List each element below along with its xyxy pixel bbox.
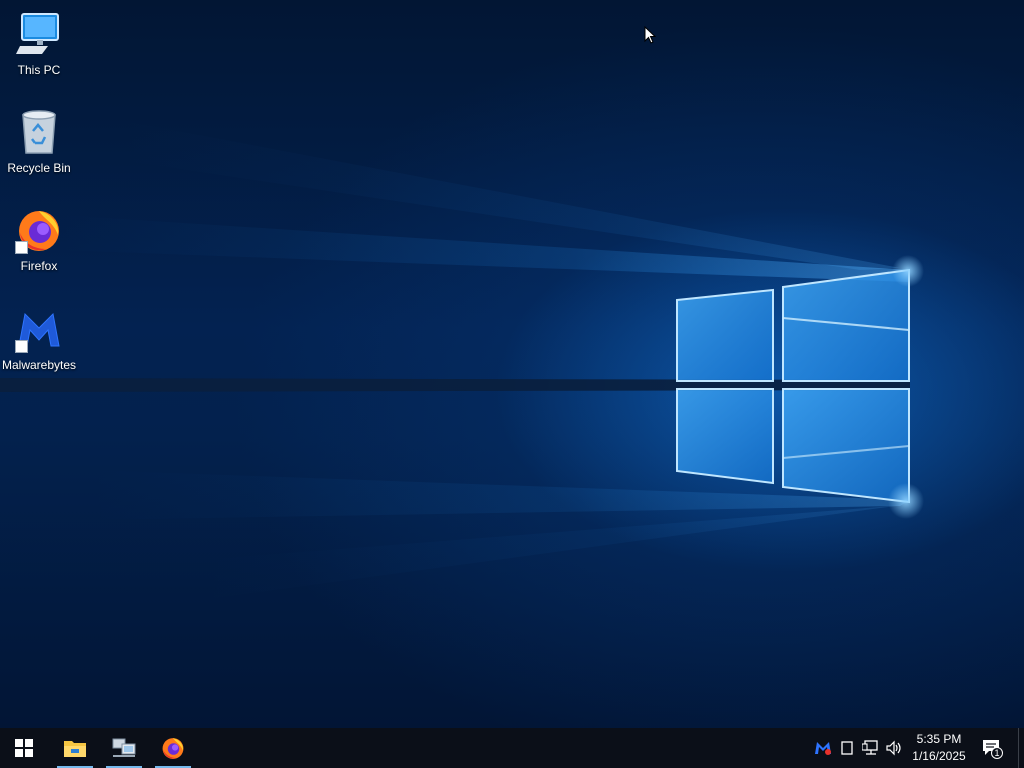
start-button[interactable] <box>4 728 44 768</box>
tray-network[interactable] <box>861 738 881 758</box>
tablet-icon <box>841 741 853 755</box>
desktop-icon-label: This PC <box>17 63 61 77</box>
desktop-icon-firefox[interactable]: Firefox <box>1 206 77 273</box>
desktop-icon-malwarebytes[interactable]: Malwarebytes <box>1 305 77 372</box>
malwarebytes-icon <box>15 305 63 353</box>
notification-count-badge: 1 <box>994 748 1000 758</box>
file-explorer-icon <box>64 741 86 757</box>
tray-malwarebytes[interactable] <box>813 738 833 758</box>
desktop-icon-label: Malwarebytes <box>1 358 77 372</box>
mouse-cursor-icon <box>644 26 656 44</box>
desktop[interactable]: This PC Recycle Bin Firefox Malwarebytes <box>0 0 1024 728</box>
clock-time: 5:35 PM <box>916 732 962 746</box>
firefox-icon <box>15 206 63 254</box>
network-computers-icon <box>112 738 136 757</box>
action-center-button[interactable]: 1 <box>981 737 1003 759</box>
network-icon <box>862 740 878 755</box>
recycle-bin-icon <box>15 108 63 156</box>
clock-date: 1/16/2025 <box>912 749 966 763</box>
firefox-icon <box>162 738 184 759</box>
tray-tablet[interactable] <box>837 738 857 758</box>
windows-start-icon <box>15 739 33 757</box>
taskbar-clock[interactable]: 5:35 PM 1/16/2025 <box>904 731 974 765</box>
desktop-icon-recycle-bin[interactable]: Recycle Bin <box>1 108 77 175</box>
taskbar: 5:35 PM 1/16/2025 1 <box>0 728 1024 768</box>
taskbar-file-explorer[interactable] <box>55 728 95 768</box>
shortcut-arrow-icon <box>15 241 28 254</box>
volume-icon <box>886 740 901 756</box>
desktop-icon-label: Recycle Bin <box>7 161 71 175</box>
tray-volume[interactable] <box>884 738 904 758</box>
taskbar-network[interactable] <box>104 728 144 768</box>
malwarebytes-tray-icon <box>815 742 831 755</box>
taskbar-firefox[interactable] <box>153 728 193 768</box>
computer-monitor-icon <box>15 10 63 58</box>
shortcut-arrow-icon <box>15 340 28 353</box>
wallpaper <box>0 120 924 600</box>
show-desktop-button[interactable] <box>1018 728 1024 768</box>
desktop-icon-label: Firefox <box>20 259 58 273</box>
desktop-icon-this-pc[interactable]: This PC <box>1 10 77 77</box>
